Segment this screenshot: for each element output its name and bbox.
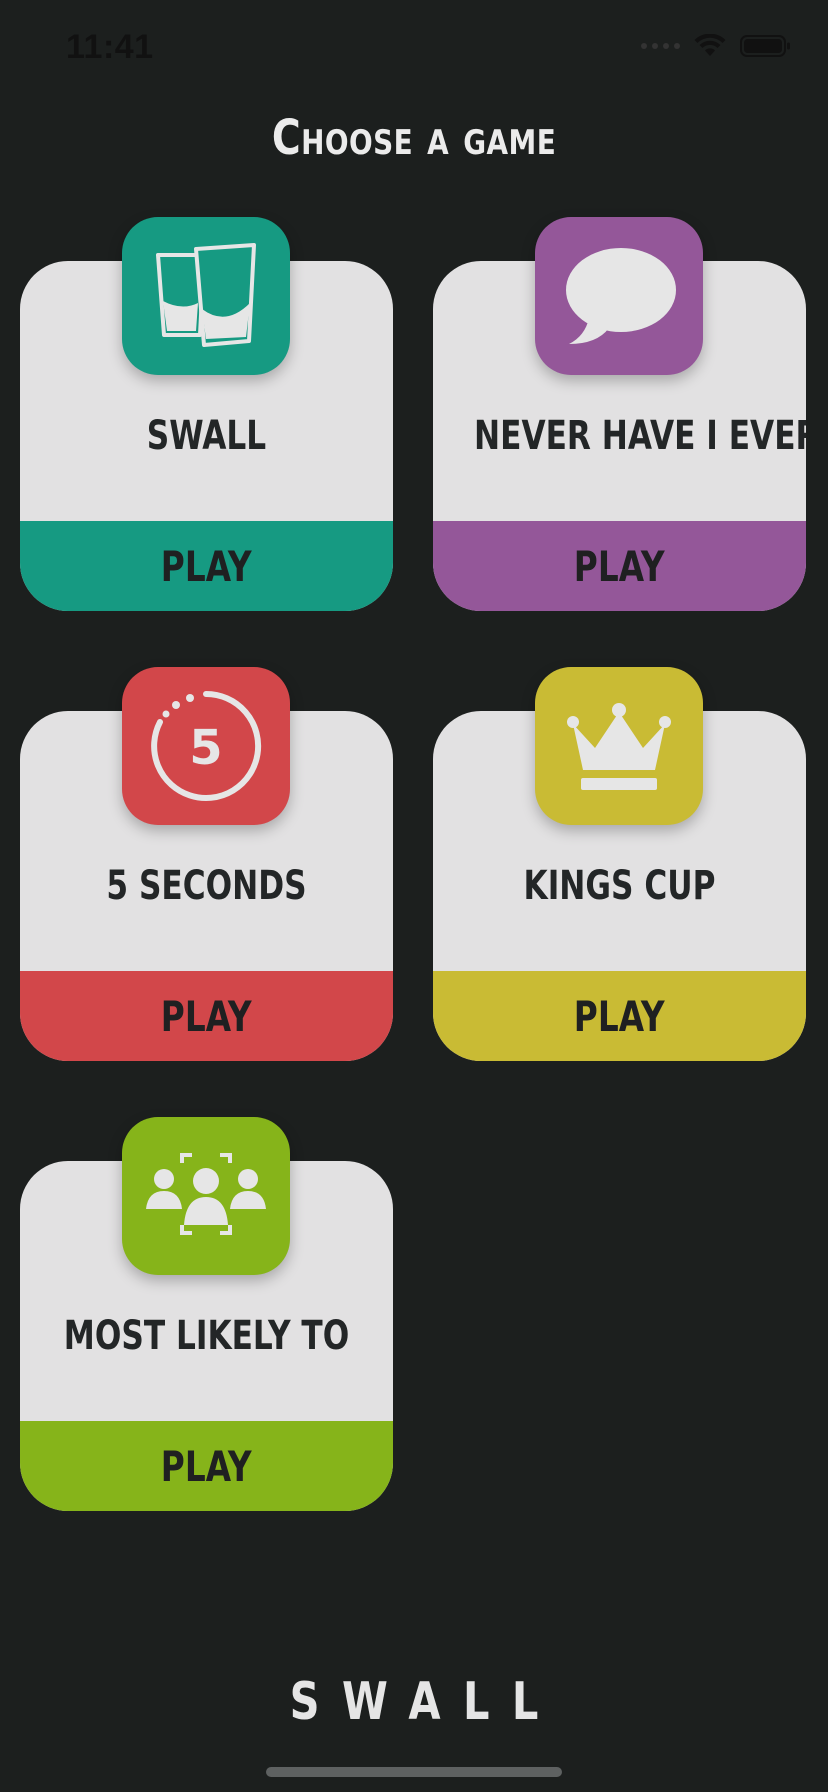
play-button-kings-cup[interactable]: PLAY — [433, 971, 806, 1061]
game-icon-tile-swall — [122, 217, 290, 375]
play-button-most-likely-to[interactable]: PLAY — [20, 1421, 393, 1511]
shot-glasses-icon — [156, 243, 256, 347]
battery-icon — [740, 35, 790, 57]
game-name: 5 SECONDS — [106, 863, 307, 909]
play-label: PLAY — [574, 991, 665, 1041]
crown-icon — [567, 703, 671, 790]
group-focus-icon — [146, 1153, 266, 1235]
game-name: MOST LIKELY TO — [63, 1313, 350, 1359]
play-label: PLAY — [161, 1441, 252, 1491]
game-icon-tile-kings-cup — [535, 667, 703, 825]
game-icon-tile-never-have-i-ever — [535, 217, 703, 375]
play-label: PLAY — [161, 541, 252, 591]
status-bar: 11:41 — [0, 0, 828, 100]
wifi-icon — [694, 34, 726, 56]
timer-icon: 5 — [151, 691, 262, 801]
cellular-signal-icon — [641, 43, 680, 49]
status-time: 11:41 — [66, 28, 154, 66]
game-name: NEVER HAVE I EVER — [474, 413, 806, 459]
play-label: PLAY — [161, 991, 252, 1041]
app-brand-logo: SWALL — [289, 1672, 561, 1732]
play-button-never-have-i-ever[interactable]: PLAY — [433, 521, 806, 611]
play-button-swall[interactable]: PLAY — [20, 521, 393, 611]
game-name: SWALL — [146, 413, 267, 459]
game-icon-tile-5-seconds: 5 — [122, 667, 290, 825]
play-label: PLAY — [574, 541, 665, 591]
status-icons — [641, 34, 792, 58]
game-icon-tile-most-likely-to — [122, 1117, 290, 1275]
play-button-5-seconds[interactable]: PLAY — [20, 971, 393, 1061]
home-indicator[interactable] — [266, 1767, 562, 1777]
game-name: KINGS CUP — [523, 863, 716, 909]
page-title: Choose a game — [271, 110, 557, 166]
timer-number: 5 — [189, 720, 222, 776]
speech-bubble-icon — [566, 248, 676, 344]
